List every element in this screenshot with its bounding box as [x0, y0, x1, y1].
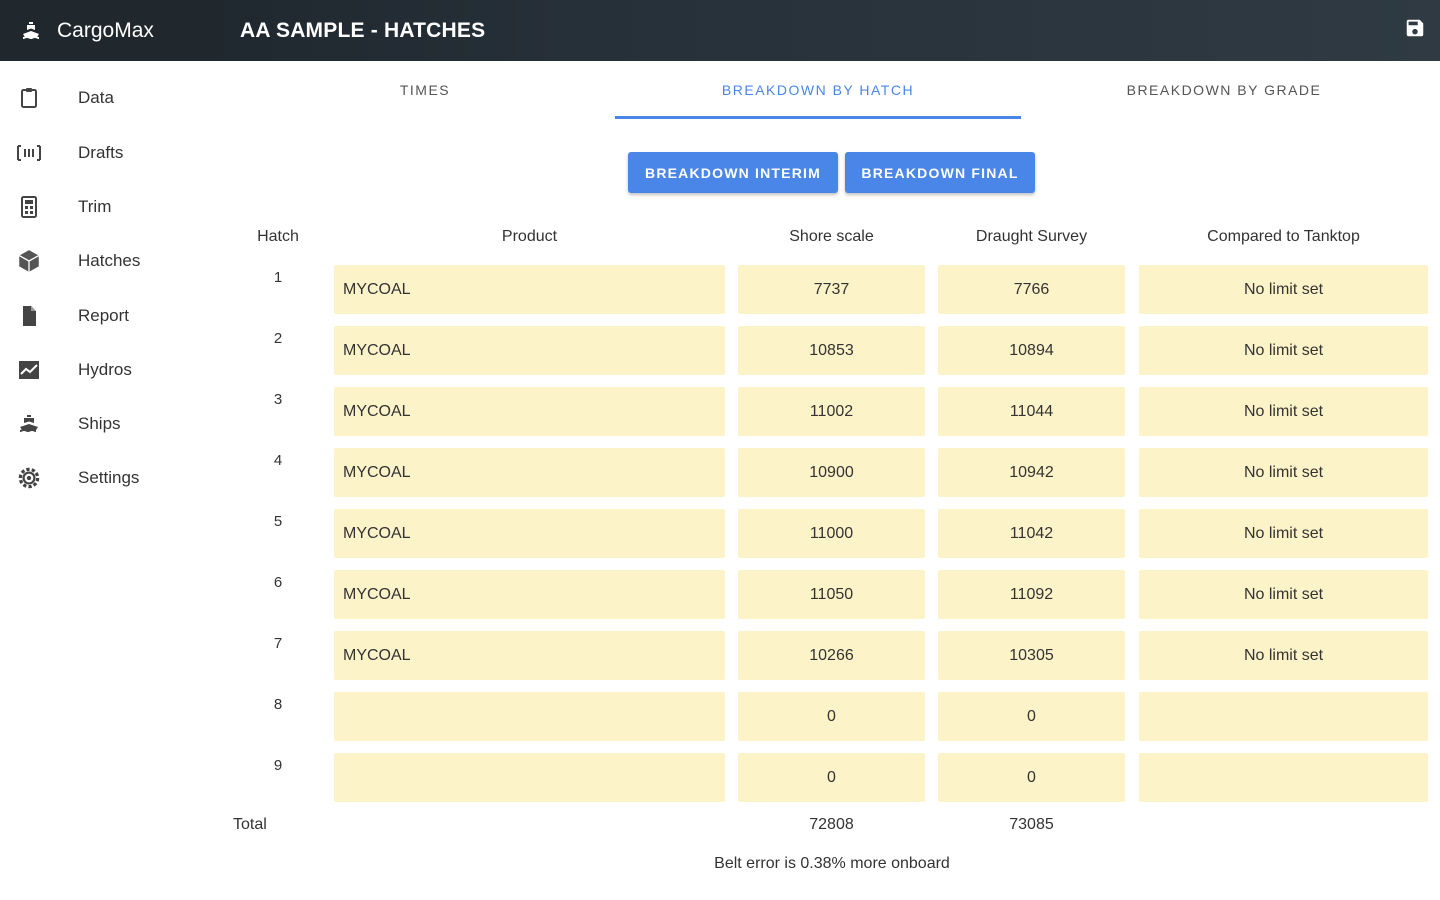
sidebar-item-label: Drafts	[78, 143, 124, 162]
sidebar-item-drafts[interactable]: Drafts	[0, 128, 222, 178]
compared-to-tanktop-field[interactable]: No limit set	[1139, 509, 1428, 558]
shore-scale-field[interactable]: 0	[738, 753, 925, 802]
sidebar-item-label: Data	[78, 88, 114, 107]
sidebar-item-label: Hydros	[78, 360, 132, 379]
product-field[interactable]: MYCOAL	[334, 448, 725, 497]
clipboard-icon	[15, 84, 43, 112]
sidebar-item-trim[interactable]: Trim	[0, 182, 222, 232]
sidebar-item-label: Report	[78, 306, 130, 325]
product-field[interactable]: MYCOAL	[334, 326, 725, 375]
product-field[interactable]: MYCOAL	[334, 509, 725, 558]
hatch-number: 8	[273, 696, 283, 713]
sidebar: Data Drafts Trim Hatches Report Hydros S…	[0, 61, 222, 900]
tab-bar: TIMES BREAKDOWN BY HATCH BREAKDOWN BY GR…	[222, 61, 1440, 119]
hatch-number: 2	[273, 330, 283, 347]
column-header-hatch: Hatch	[257, 228, 299, 245]
compared-to-tanktop-field[interactable]: No limit set	[1139, 448, 1428, 497]
drafts-icon	[15, 139, 43, 167]
compared-to-tanktop-field[interactable]: No limit set	[1139, 326, 1428, 375]
shore-scale-field[interactable]: 0	[738, 692, 925, 741]
total-label: Total	[233, 816, 267, 833]
belt-error-text: Belt error is 0.38% more onboard	[714, 855, 950, 872]
total-draught-survey: 73085	[1009, 816, 1054, 833]
breakdown-final-button[interactable]: BREAKDOWN FINAL	[845, 152, 1035, 193]
hatch-number: 9	[273, 757, 283, 774]
active-tab-indicator	[615, 116, 1021, 119]
product-field[interactable]: MYCOAL	[334, 265, 725, 314]
page-title: AA SAMPLE - HATCHES	[240, 19, 486, 42]
draught-survey-field[interactable]: 0	[938, 692, 1125, 741]
tab-breakdown-by-grade[interactable]: BREAKDOWN BY GRADE	[1021, 61, 1427, 119]
document-icon	[15, 302, 43, 330]
app-name: CargoMax	[57, 18, 154, 42]
chart-icon	[15, 356, 43, 384]
sidebar-item-data[interactable]: Data	[0, 73, 222, 123]
compared-to-tanktop-field[interactable]: No limit set	[1139, 570, 1428, 619]
draught-survey-field[interactable]: 10942	[938, 448, 1125, 497]
draught-survey-field[interactable]: 11092	[938, 570, 1125, 619]
sidebar-item-report[interactable]: Report	[0, 291, 222, 341]
shore-scale-field[interactable]: 10853	[738, 326, 925, 375]
top-app-bar: CargoMax AA SAMPLE - HATCHES	[0, 0, 1440, 61]
compared-to-tanktop-field[interactable]	[1139, 753, 1428, 802]
sidebar-item-ships[interactable]: Ships	[0, 399, 222, 449]
brand: CargoMax	[0, 0, 222, 61]
sidebar-item-label: Trim	[78, 197, 112, 216]
tab-breakdown-by-hatch[interactable]: BREAKDOWN BY HATCH	[615, 61, 1021, 119]
shore-scale-field[interactable]: 7737	[738, 265, 925, 314]
hatch-number: 3	[273, 391, 283, 408]
tab-times[interactable]: TIMES	[222, 61, 628, 119]
hatch-number: 5	[273, 513, 283, 530]
ship-icon	[18, 18, 44, 44]
shore-scale-field[interactable]: 11000	[738, 509, 925, 558]
sidebar-item-hydros[interactable]: Hydros	[0, 345, 222, 395]
breakdown-interim-button[interactable]: BREAKDOWN INTERIM	[628, 152, 838, 193]
sidebar-item-label: Ships	[78, 414, 121, 433]
product-field[interactable]: MYCOAL	[334, 631, 725, 680]
compared-to-tanktop-field[interactable]: No limit set	[1139, 265, 1428, 314]
compared-to-tanktop-field[interactable]	[1139, 692, 1428, 741]
product-field[interactable]	[334, 753, 725, 802]
draught-survey-field[interactable]: 11042	[938, 509, 1125, 558]
compared-to-tanktop-field[interactable]: No limit set	[1139, 631, 1428, 680]
sidebar-item-settings[interactable]: Settings	[0, 453, 222, 503]
column-header-product: Product	[501, 228, 558, 245]
shore-scale-field[interactable]: 11002	[738, 387, 925, 436]
save-button[interactable]	[1402, 17, 1428, 43]
product-field[interactable]	[334, 692, 725, 741]
sidebar-item-hatches[interactable]: Hatches	[0, 236, 222, 286]
draught-survey-field[interactable]: 10894	[938, 326, 1125, 375]
shore-scale-field[interactable]: 11050	[738, 570, 925, 619]
shore-scale-field[interactable]: 10900	[738, 448, 925, 497]
sidebar-item-label: Hatches	[78, 251, 141, 270]
total-shore-scale: 72808	[809, 816, 854, 833]
hatch-number: 4	[273, 452, 283, 469]
column-header-compared-to-tanktop: Compared to Tanktop	[1207, 228, 1360, 245]
ship-icon	[15, 410, 43, 438]
draught-survey-field[interactable]: 10305	[938, 631, 1125, 680]
cube-icon	[15, 247, 43, 275]
hatch-number: 1	[273, 269, 283, 286]
sidebar-item-label: Settings	[78, 468, 140, 487]
shore-scale-field[interactable]: 10266	[738, 631, 925, 680]
product-field[interactable]: MYCOAL	[334, 387, 725, 436]
compared-to-tanktop-field[interactable]: No limit set	[1139, 387, 1428, 436]
draught-survey-field[interactable]: 11044	[938, 387, 1125, 436]
hatch-number: 6	[273, 574, 283, 591]
draught-survey-field[interactable]: 7766	[938, 265, 1125, 314]
gear-icon	[15, 464, 43, 492]
draught-survey-field[interactable]: 0	[938, 753, 1125, 802]
column-header-shore-scale: Shore scale	[789, 228, 874, 245]
save-icon	[1404, 17, 1426, 44]
hatch-number: 7	[273, 635, 283, 652]
column-header-draught-survey: Draught Survey	[975, 228, 1088, 245]
calculator-icon	[15, 193, 43, 221]
product-field[interactable]: MYCOAL	[334, 570, 725, 619]
